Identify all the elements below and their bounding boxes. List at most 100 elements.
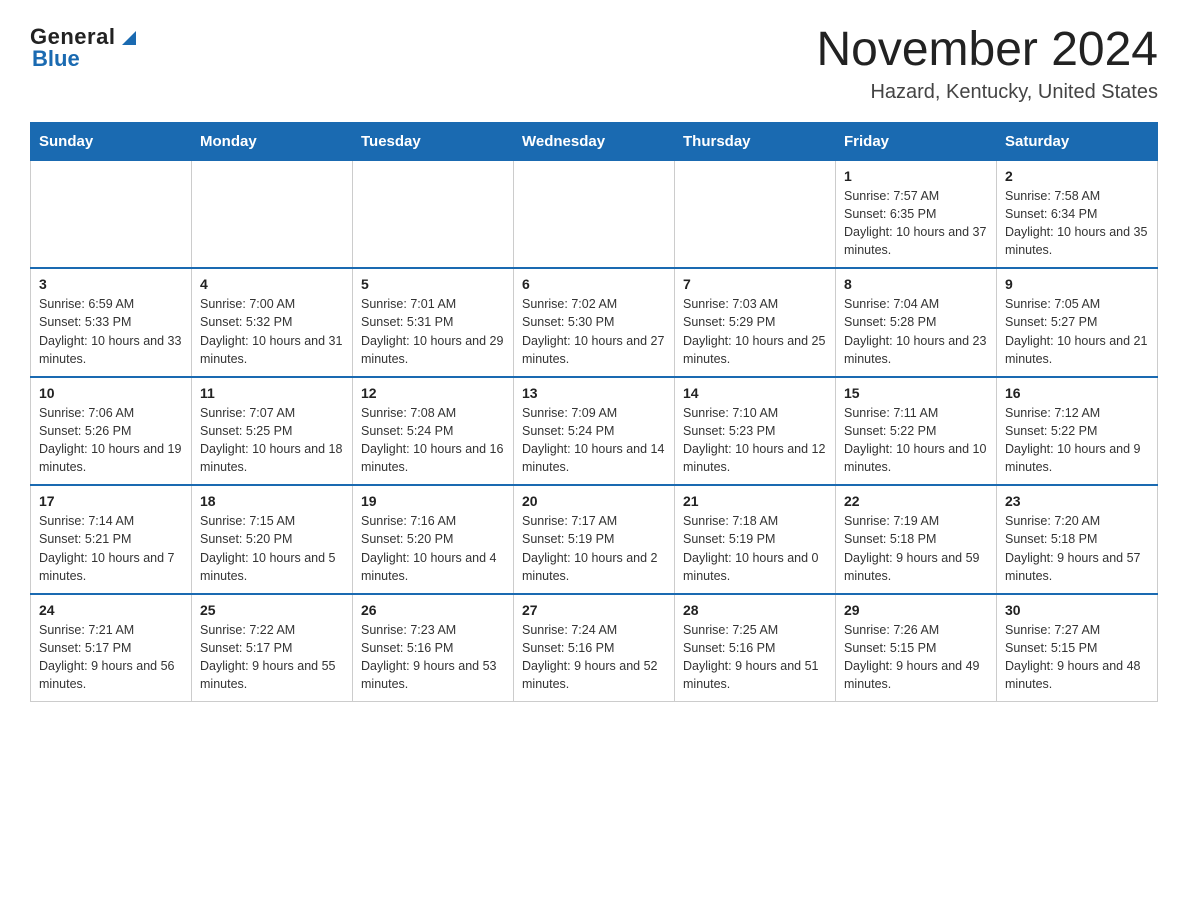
- day-info: Sunrise: 7:19 AM Sunset: 5:18 PM Dayligh…: [844, 512, 988, 585]
- calendar-day-cell: 28 Sunrise: 7:25 AM Sunset: 5:16 PM Dayli…: [675, 594, 836, 702]
- day-info: Sunrise: 7:04 AM Sunset: 5:28 PM Dayligh…: [844, 295, 988, 368]
- calendar-day-cell: [514, 160, 675, 268]
- day-info: Sunrise: 7:14 AM Sunset: 5:21 PM Dayligh…: [39, 512, 183, 585]
- day-number: 14: [683, 385, 827, 401]
- day-number: 19: [361, 493, 505, 509]
- day-number: 21: [683, 493, 827, 509]
- calendar-day-cell: 22Sunrise: 7:19 AM Sunset: 5:18 PM Dayli…: [836, 485, 997, 594]
- title-block: November 2024 Hazard, Kentucky, United S…: [816, 24, 1158, 104]
- calendar-day-cell: 29 Sunrise: 7:26 AM Sunset: 5:15 PM Dayli…: [836, 594, 997, 702]
- calendar-week-row: 10 Sunrise: 7:06 AM Sunset: 5:26 PM Dayli…: [31, 377, 1158, 486]
- day-info: Sunrise: 7:25 AM Sunset: 5:16 PM Dayligh…: [683, 621, 827, 694]
- calendar-day-cell: 23 Sunrise: 7:20 AM Sunset: 5:18 PM Dayli…: [997, 485, 1158, 594]
- logo-triangle-icon: [118, 27, 136, 45]
- calendar-week-row: 24Sunrise: 7:21 AM Sunset: 5:17 PM Dayli…: [31, 594, 1158, 702]
- page-header: General Blue November 2024 Hazard, Kentu…: [30, 24, 1158, 104]
- day-info: Sunrise: 7:58 AM Sunset: 6:34 PM Dayligh…: [1005, 187, 1149, 260]
- day-info: Sunrise: 7:18 AM Sunset: 5:19 PM Dayligh…: [683, 512, 827, 585]
- day-info: Sunrise: 7:17 AM Sunset: 5:19 PM Dayligh…: [522, 512, 666, 585]
- calendar-day-cell: 18 Sunrise: 7:15 AM Sunset: 5:20 PM Dayli…: [192, 485, 353, 594]
- day-info: Sunrise: 7:27 AM Sunset: 5:15 PM Dayligh…: [1005, 621, 1149, 694]
- calendar-day-cell: 21 Sunrise: 7:18 AM Sunset: 5:19 PM Dayli…: [675, 485, 836, 594]
- calendar-day-cell: 13Sunrise: 7:09 AM Sunset: 5:24 PM Dayli…: [514, 377, 675, 486]
- day-info: Sunrise: 7:10 AM Sunset: 5:23 PM Dayligh…: [683, 404, 827, 477]
- calendar-day-cell: 20Sunrise: 7:17 AM Sunset: 5:19 PM Dayli…: [514, 485, 675, 594]
- day-number: 26: [361, 602, 505, 618]
- calendar-day-cell: 14 Sunrise: 7:10 AM Sunset: 5:23 PM Dayli…: [675, 377, 836, 486]
- day-number: 2: [1005, 168, 1149, 184]
- calendar-day-cell: 7Sunrise: 7:03 AM Sunset: 5:29 PM Daylig…: [675, 268, 836, 377]
- logo-blue: Blue: [30, 46, 80, 72]
- calendar-day-cell: 26 Sunrise: 7:23 AM Sunset: 5:16 PM Dayli…: [353, 594, 514, 702]
- day-number: 12: [361, 385, 505, 401]
- day-number: 5: [361, 276, 505, 292]
- day-info: Sunrise: 7:16 AM Sunset: 5:20 PM Dayligh…: [361, 512, 505, 585]
- day-info: Sunrise: 7:06 AM Sunset: 5:26 PM Dayligh…: [39, 404, 183, 477]
- day-info: Sunrise: 7:08 AM Sunset: 5:24 PM Dayligh…: [361, 404, 505, 477]
- day-number: 6: [522, 276, 666, 292]
- day-info: Sunrise: 7:07 AM Sunset: 5:25 PM Dayligh…: [200, 404, 344, 477]
- calendar-day-cell: 25 Sunrise: 7:22 AM Sunset: 5:17 PM Dayli…: [192, 594, 353, 702]
- day-of-week-header: Saturday: [997, 122, 1158, 160]
- calendar-title: November 2024: [816, 24, 1158, 77]
- day-info: Sunrise: 7:20 AM Sunset: 5:18 PM Dayligh…: [1005, 512, 1149, 585]
- calendar-week-row: 17 Sunrise: 7:14 AM Sunset: 5:21 PM Dayli…: [31, 485, 1158, 594]
- day-info: Sunrise: 7:09 AM Sunset: 5:24 PM Dayligh…: [522, 404, 666, 477]
- day-number: 28: [683, 602, 827, 618]
- day-of-week-header: Wednesday: [514, 122, 675, 160]
- calendar-day-cell: 4Sunrise: 7:00 AM Sunset: 5:32 PM Daylig…: [192, 268, 353, 377]
- calendar-day-cell: 27 Sunrise: 7:24 AM Sunset: 5:16 PM Dayli…: [514, 594, 675, 702]
- day-number: 25: [200, 602, 344, 618]
- day-info: Sunrise: 7:24 AM Sunset: 5:16 PM Dayligh…: [522, 621, 666, 694]
- day-info: Sunrise: 7:01 AM Sunset: 5:31 PM Dayligh…: [361, 295, 505, 368]
- day-number: 1: [844, 168, 988, 184]
- day-number: 27: [522, 602, 666, 618]
- calendar-week-row: 1 Sunrise: 7:57 AM Sunset: 6:35 PM Daylig…: [31, 160, 1158, 268]
- day-number: 23: [1005, 493, 1149, 509]
- calendar-day-cell: [353, 160, 514, 268]
- day-info: Sunrise: 7:26 AM Sunset: 5:15 PM Dayligh…: [844, 621, 988, 694]
- day-info: Sunrise: 7:05 AM Sunset: 5:27 PM Dayligh…: [1005, 295, 1149, 368]
- day-info: Sunrise: 7:12 AM Sunset: 5:22 PM Dayligh…: [1005, 404, 1149, 477]
- day-info: Sunrise: 7:23 AM Sunset: 5:16 PM Dayligh…: [361, 621, 505, 694]
- calendar-header-row: SundayMondayTuesdayWednesdayThursdayFrid…: [31, 122, 1158, 160]
- day-number: 10: [39, 385, 183, 401]
- calendar-day-cell: [192, 160, 353, 268]
- day-of-week-header: Sunday: [31, 122, 192, 160]
- day-number: 30: [1005, 602, 1149, 618]
- day-of-week-header: Friday: [836, 122, 997, 160]
- day-info: Sunrise: 7:11 AM Sunset: 5:22 PM Dayligh…: [844, 404, 988, 477]
- day-info: Sunrise: 7:22 AM Sunset: 5:17 PM Dayligh…: [200, 621, 344, 694]
- calendar-week-row: 3 Sunrise: 6:59 AM Sunset: 5:33 PM Daylig…: [31, 268, 1158, 377]
- calendar-subtitle: Hazard, Kentucky, United States: [816, 81, 1158, 104]
- calendar-day-cell: 11 Sunrise: 7:07 AM Sunset: 5:25 PM Dayli…: [192, 377, 353, 486]
- day-number: 11: [200, 385, 344, 401]
- calendar-day-cell: 30 Sunrise: 7:27 AM Sunset: 5:15 PM Dayli…: [997, 594, 1158, 702]
- calendar-day-cell: 3 Sunrise: 6:59 AM Sunset: 5:33 PM Daylig…: [31, 268, 192, 377]
- day-info: Sunrise: 7:00 AM Sunset: 5:32 PM Dayligh…: [200, 295, 344, 368]
- day-of-week-header: Monday: [192, 122, 353, 160]
- calendar-day-cell: 19 Sunrise: 7:16 AM Sunset: 5:20 PM Dayli…: [353, 485, 514, 594]
- day-number: 17: [39, 493, 183, 509]
- calendar-day-cell: [675, 160, 836, 268]
- calendar-day-cell: 10 Sunrise: 7:06 AM Sunset: 5:26 PM Dayli…: [31, 377, 192, 486]
- calendar-day-cell: 24Sunrise: 7:21 AM Sunset: 5:17 PM Dayli…: [31, 594, 192, 702]
- calendar-day-cell: 8Sunrise: 7:04 AM Sunset: 5:28 PM Daylig…: [836, 268, 997, 377]
- day-number: 15: [844, 385, 988, 401]
- calendar-day-cell: 1 Sunrise: 7:57 AM Sunset: 6:35 PM Daylig…: [836, 160, 997, 268]
- calendar-day-cell: 5 Sunrise: 7:01 AM Sunset: 5:31 PM Daylig…: [353, 268, 514, 377]
- calendar-day-cell: 16Sunrise: 7:12 AM Sunset: 5:22 PM Dayli…: [997, 377, 1158, 486]
- logo: General Blue: [30, 24, 136, 72]
- day-number: 18: [200, 493, 344, 509]
- day-number: 3: [39, 276, 183, 292]
- day-number: 29: [844, 602, 988, 618]
- day-info: Sunrise: 7:21 AM Sunset: 5:17 PM Dayligh…: [39, 621, 183, 694]
- day-number: 9: [1005, 276, 1149, 292]
- day-number: 7: [683, 276, 827, 292]
- day-of-week-header: Thursday: [675, 122, 836, 160]
- day-info: Sunrise: 6:59 AM Sunset: 5:33 PM Dayligh…: [39, 295, 183, 368]
- calendar-day-cell: 17 Sunrise: 7:14 AM Sunset: 5:21 PM Dayli…: [31, 485, 192, 594]
- calendar-day-cell: 12 Sunrise: 7:08 AM Sunset: 5:24 PM Dayli…: [353, 377, 514, 486]
- day-info: Sunrise: 7:57 AM Sunset: 6:35 PM Dayligh…: [844, 187, 988, 260]
- day-info: Sunrise: 7:15 AM Sunset: 5:20 PM Dayligh…: [200, 512, 344, 585]
